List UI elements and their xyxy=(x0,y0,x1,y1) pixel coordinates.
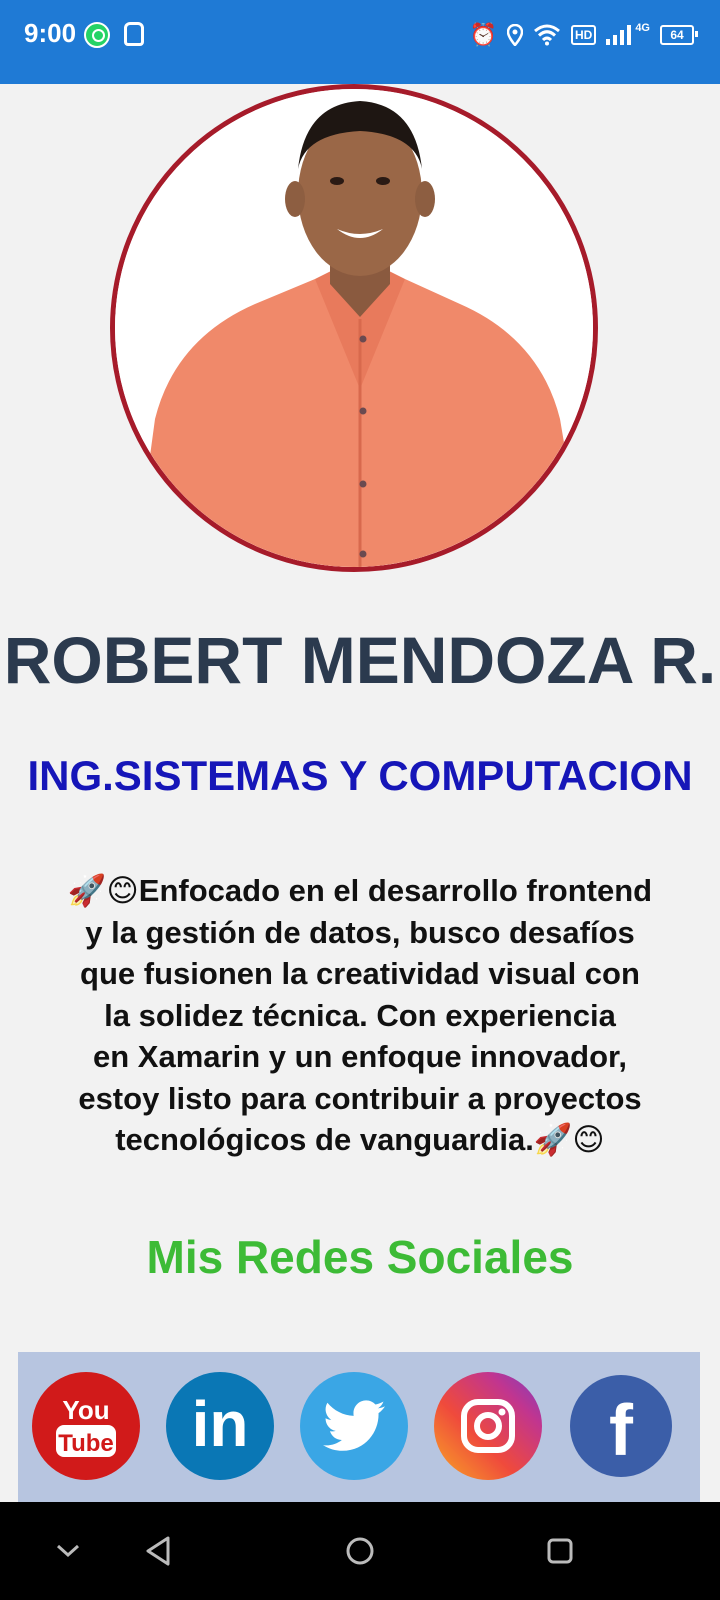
social-links-bar: You Tube in f xyxy=(18,1352,700,1502)
youtube-icon: You Tube xyxy=(56,1395,116,1457)
recents-icon xyxy=(547,1538,573,1564)
bio-line: que fusionen la creatividad visual con xyxy=(80,956,640,991)
twitter-icon xyxy=(323,1400,385,1451)
bio-line: estoy listo para contribuir a proyectos xyxy=(78,1080,642,1116)
profile-name: ROBERT MENDOZA R. xyxy=(3,623,717,697)
hd-icon: HD xyxy=(570,25,597,45)
signal-icon xyxy=(606,25,632,45)
bio-line: 🚀😊Enfocado en el desarrollo frontend xyxy=(67,873,653,908)
bio-line: tecnológicos de vanguardia.🚀😊 xyxy=(115,1122,605,1157)
chevron-down-icon xyxy=(56,1544,80,1558)
profile-avatar xyxy=(110,84,598,572)
social-heading: Mis Redes Sociales xyxy=(146,1231,574,1283)
youtube-label-bottom: Tube xyxy=(58,1430,114,1457)
home-icon xyxy=(346,1537,374,1565)
battery-icon: 64 xyxy=(660,25,698,45)
bio-line: la solidez técnica. Con experiencia xyxy=(104,997,616,1033)
profile-bio: 🚀😊Enfocado en el desarrollo frontend y l… xyxy=(40,870,680,1161)
youtube-button[interactable]: You Tube xyxy=(32,1372,140,1480)
profile-photo xyxy=(115,89,593,567)
nav-home-button[interactable] xyxy=(320,1502,400,1600)
nav-collapse-button[interactable] xyxy=(28,1502,108,1600)
bio-line: y la gestión de datos, busco desafíos xyxy=(85,914,635,950)
linkedin-icon: in xyxy=(191,1388,249,1460)
wifi-icon xyxy=(534,24,560,46)
instagram-icon xyxy=(461,1399,515,1453)
twitter-button[interactable] xyxy=(300,1372,408,1480)
profile-title: ING.SISTEMAS Y COMPUTACION xyxy=(27,752,693,799)
status-time: 9:00 xyxy=(24,18,77,48)
status-bar: 9:00 ⏰ HD 4G 64 xyxy=(0,0,720,84)
linkedin-button[interactable]: in xyxy=(166,1372,274,1480)
back-icon xyxy=(146,1536,170,1566)
navigation-bar xyxy=(0,1502,720,1600)
facebook-button[interactable]: f xyxy=(570,1375,672,1477)
nav-back-button[interactable] xyxy=(118,1502,198,1600)
network-type: 4G xyxy=(635,22,650,34)
battery-level: 64 xyxy=(670,28,684,42)
whatsapp-icon xyxy=(84,22,110,48)
nav-recents-button[interactable] xyxy=(520,1502,600,1600)
youtube-label-top: You xyxy=(62,1395,109,1425)
assistant-icon xyxy=(124,22,144,46)
facebook-icon: f xyxy=(609,1391,633,1471)
status-icons: ⏰ HD 4G 64 xyxy=(469,20,698,50)
alarm-icon: ⏰ xyxy=(469,22,497,47)
bio-line: en Xamarin y un enfoque innovador, xyxy=(93,1039,627,1074)
instagram-button[interactable] xyxy=(434,1372,542,1480)
location-icon xyxy=(506,24,523,46)
